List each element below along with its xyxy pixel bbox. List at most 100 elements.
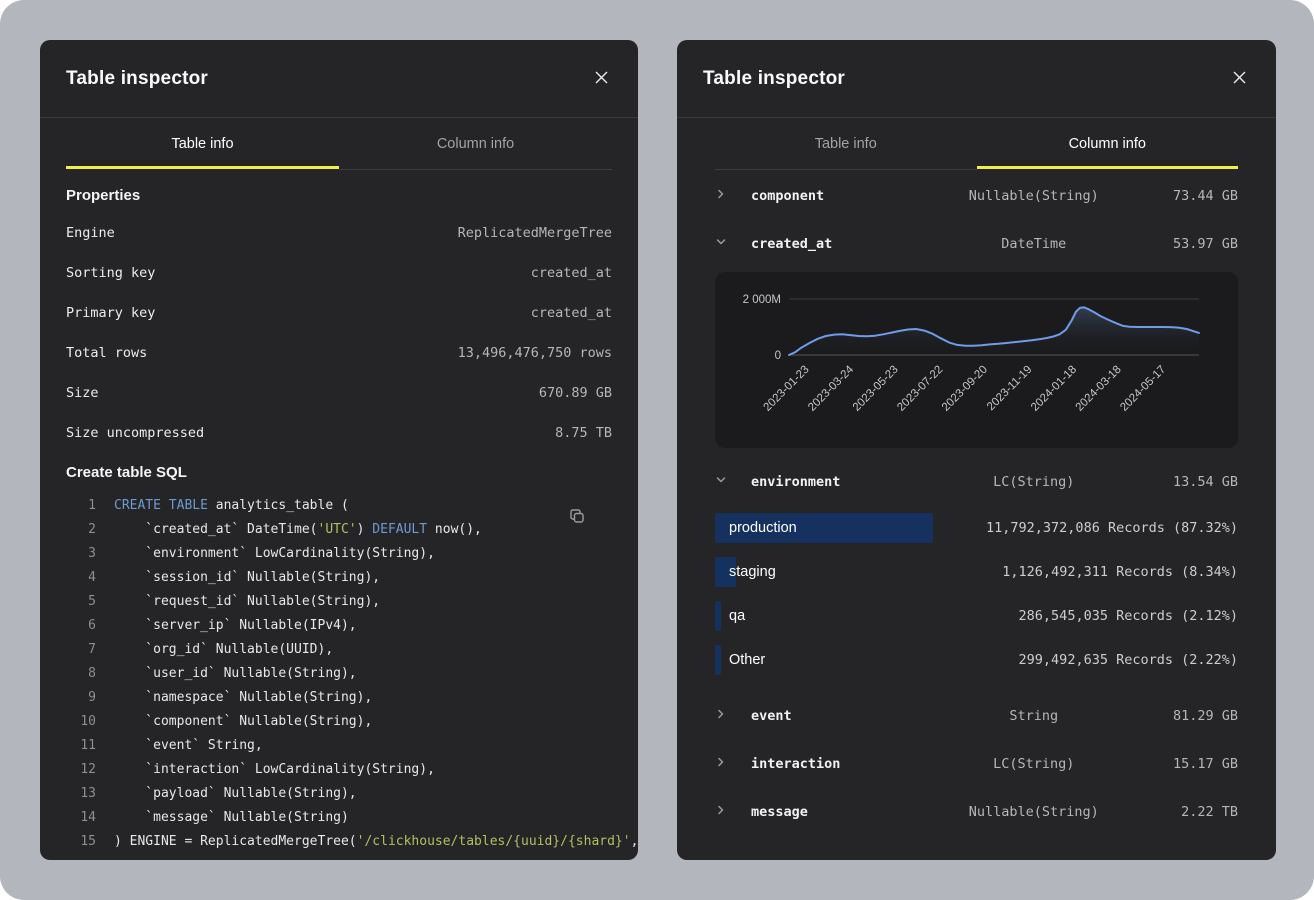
value-row-staging: staging 1,126,492,311 Records (8.34%) bbox=[715, 550, 1238, 594]
column-name: component bbox=[751, 188, 940, 204]
sql-code-line: 2 `created_at` DateTime('UTC') DEFAULT n… bbox=[66, 517, 612, 541]
chevron-right-icon bbox=[715, 707, 751, 725]
line-number: 14 bbox=[66, 810, 96, 825]
column-row-event[interactable]: eventString81.29 GB bbox=[715, 692, 1238, 740]
sql-code-lines: 1 CREATE TABLE analytics_table ( 2 `create… bbox=[66, 493, 612, 853]
value-row-production: production 11,792,372,086 Records (87.32%… bbox=[715, 506, 1238, 550]
close-icon bbox=[595, 71, 608, 87]
line-number: 1 bbox=[66, 498, 96, 513]
property-value: created_at bbox=[531, 305, 612, 321]
line-number: 11 bbox=[66, 738, 96, 753]
tab-label: Column info bbox=[1069, 136, 1146, 152]
line-code: `interaction` LowCardinality(String), bbox=[114, 762, 435, 777]
column-size: 53.97 GB bbox=[1128, 236, 1238, 252]
column-row-component[interactable]: componentNullable(String)73.44 GB bbox=[715, 172, 1238, 220]
copy-sql-button[interactable] bbox=[566, 505, 588, 530]
column-size: 15.17 GB bbox=[1128, 756, 1238, 772]
column-size: 13.54 GB bbox=[1128, 474, 1238, 490]
column-type: Nullable(String) bbox=[940, 188, 1129, 204]
column-type: Nullable(String) bbox=[940, 804, 1129, 820]
table-info-content: Properties Engine ReplicatedMergeTree Sort… bbox=[40, 187, 638, 853]
property-row: Total rows 13,496,476,750 rows bbox=[66, 333, 612, 373]
column-name: message bbox=[751, 804, 940, 820]
value-bar bbox=[715, 601, 721, 631]
property-label: Total rows bbox=[66, 345, 147, 361]
sql-code-line: 9 `namespace` Nullable(String), bbox=[66, 685, 612, 709]
line-number: 4 bbox=[66, 570, 96, 585]
value-records: 11,792,372,086 Records (87.32%) bbox=[986, 520, 1238, 536]
sql-code-line: 3 `environment` LowCardinality(String), bbox=[66, 541, 612, 565]
tab-bar: Table info Column info bbox=[715, 118, 1238, 170]
line-code: `component` Nullable(String), bbox=[114, 714, 372, 729]
close-button[interactable] bbox=[591, 67, 612, 91]
sql-code-line: 8 `user_id` Nullable(String), bbox=[66, 661, 612, 685]
column-row-message[interactable]: messageNullable(String)2.22 TB bbox=[715, 788, 1238, 836]
column-list: componentNullable(String)73.44 GBcreated… bbox=[677, 170, 1276, 836]
line-number: 13 bbox=[66, 786, 96, 801]
column-size: 81.29 GB bbox=[1128, 708, 1238, 724]
x-axis-tick-label: 2023-03-24 bbox=[806, 363, 857, 414]
chart-area-fill bbox=[789, 307, 1199, 355]
x-axis-tick-label: 2024-03-18 bbox=[1074, 364, 1124, 414]
property-row: Size670.89 GB bbox=[66, 373, 612, 413]
x-axis-tick-label: 2024-01-18 bbox=[1029, 364, 1079, 414]
tab-column-info[interactable]: Column info bbox=[339, 118, 612, 170]
line-code: `event` String, bbox=[114, 738, 263, 753]
column-type: LC(String) bbox=[940, 474, 1129, 490]
property-value: 8.75 TB bbox=[555, 425, 612, 441]
copy-icon bbox=[568, 513, 586, 528]
value-label: staging bbox=[729, 564, 776, 580]
property-row: Sorting keycreated_at bbox=[66, 253, 612, 293]
sql-code-line: 13 `payload` Nullable(String), bbox=[66, 781, 612, 805]
sql-code-line: 12 `interaction` LowCardinality(String), bbox=[66, 757, 612, 781]
property-label: Engine bbox=[66, 225, 115, 241]
column-row-environment[interactable]: environmentLC(String)13.54 GB bbox=[715, 458, 1238, 506]
property-value: 13,496,476,750 rows bbox=[458, 345, 612, 361]
tab-bar: Table info Column info bbox=[66, 118, 612, 170]
tab-table-info[interactable]: Table info bbox=[66, 118, 339, 170]
line-code: `session_id` Nullable(String), bbox=[114, 570, 380, 585]
value-label: production bbox=[729, 520, 797, 536]
x-axis-tick-label: 2023-01-23 bbox=[762, 364, 812, 414]
area-chart: 2 000M02023-01-232023-03-242023-05-23202… bbox=[715, 272, 1238, 448]
line-code: `payload` Nullable(String), bbox=[114, 786, 357, 801]
column-row-created_at[interactable]: created_atDateTime53.97 GB bbox=[715, 220, 1238, 268]
property-value: ReplicatedMergeTree bbox=[458, 225, 612, 241]
table-inspector-modal-left: Table inspector Table info Column info P… bbox=[40, 40, 638, 860]
create-table-sql-heading: Create table SQL bbox=[66, 464, 612, 481]
sql-code-line: 11 `event` String, bbox=[66, 733, 612, 757]
close-button[interactable] bbox=[1229, 67, 1250, 91]
sql-code-line: 4 `session_id` Nullable(String), bbox=[66, 565, 612, 589]
value-records: 1,126,492,311 Records (8.34%) bbox=[1002, 564, 1238, 580]
value-label: Other bbox=[729, 652, 765, 668]
modal-title: Table inspector bbox=[66, 68, 208, 90]
value-records: 299,492,635 Records (2.22%) bbox=[1019, 652, 1238, 668]
table-inspector-modal-right: Table inspector Table info Column info c… bbox=[677, 40, 1276, 860]
line-number: 5 bbox=[66, 594, 96, 609]
line-number: 15 bbox=[66, 834, 96, 849]
value-label: qa bbox=[729, 608, 745, 624]
sql-code-block: 1 CREATE TABLE analytics_table ( 2 `create… bbox=[66, 493, 612, 853]
properties-heading: Properties bbox=[66, 187, 612, 204]
line-number: 7 bbox=[66, 642, 96, 657]
column-type: String bbox=[940, 708, 1129, 724]
x-axis-tick-label: 2023-05-23 bbox=[851, 364, 901, 414]
page-background: Table inspector Table info Column info P… bbox=[0, 0, 1314, 900]
tab-column-info[interactable]: Column info bbox=[977, 118, 1239, 170]
line-code: CREATE TABLE analytics_table ( bbox=[114, 498, 349, 513]
column-row-interaction[interactable]: interactionLC(String)15.17 GB bbox=[715, 740, 1238, 788]
value-records: 286,545,035 Records (2.12%) bbox=[1019, 608, 1238, 624]
column-type: LC(String) bbox=[940, 756, 1129, 772]
tab-table-info[interactable]: Table info bbox=[715, 118, 977, 170]
line-number: 12 bbox=[66, 762, 96, 777]
sql-code-line: 7 `org_id` Nullable(UUID), bbox=[66, 637, 612, 661]
property-label: Sorting key bbox=[66, 265, 155, 281]
line-number: 3 bbox=[66, 546, 96, 561]
svg-text:2 000M: 2 000M bbox=[743, 294, 781, 306]
line-code: `request_id` Nullable(String), bbox=[114, 594, 380, 609]
x-axis-tick-label: 2023-07-22 bbox=[895, 364, 945, 414]
line-code: `server_ip` Nullable(IPv4), bbox=[114, 618, 357, 633]
property-row: Engine ReplicatedMergeTree bbox=[66, 213, 612, 253]
sql-code-line: 14 `message` Nullable(String) bbox=[66, 805, 612, 829]
value-row-other: Other 299,492,635 Records (2.22%) bbox=[715, 638, 1238, 682]
